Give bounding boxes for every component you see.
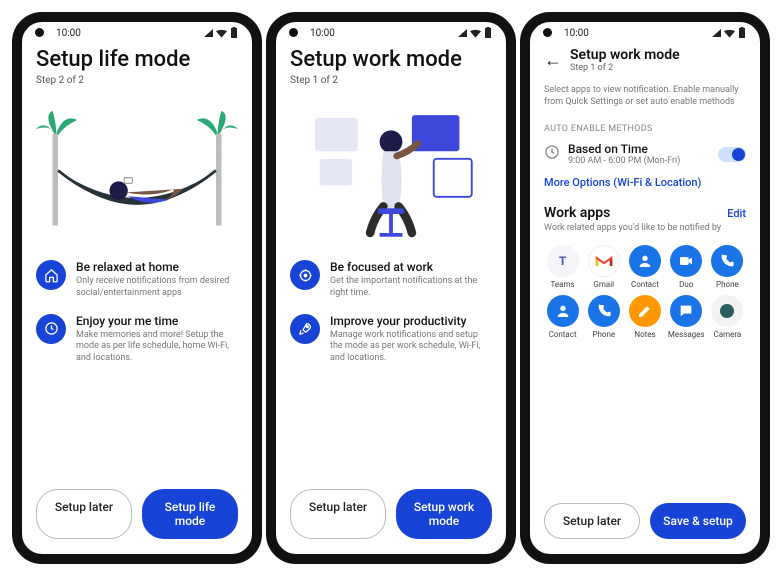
app-label: Teams	[551, 280, 575, 289]
target-icon	[290, 260, 320, 290]
step-label: Step 1 of 2	[570, 63, 680, 73]
rocket-icon	[290, 314, 320, 344]
feature-row: Be relaxed at home Only receive notifica…	[36, 260, 238, 299]
setup-later-button[interactable]: Setup later	[544, 503, 640, 539]
step-label: Step 2 of 2	[36, 75, 238, 86]
method-subtitle: 9:00 AM - 6:00 PM (Mon-Fri)	[568, 156, 710, 166]
status-time: 10:00	[56, 28, 81, 39]
phone-screen-life-mode: 10:00 Setup life mode Step 2 of 2	[12, 12, 262, 564]
app-label: Contact	[549, 330, 577, 339]
app-label: Duo	[679, 280, 693, 289]
app-label: Contact	[631, 280, 659, 289]
section-label-auto-enable: AUTO ENABLE METHODS	[544, 124, 746, 134]
app-label: Camera	[714, 330, 742, 339]
clock-icon	[36, 314, 66, 344]
feature-title: Be focused at work	[330, 260, 492, 274]
feature-desc: Only receive notifications from desired …	[76, 276, 238, 299]
phone-icon	[588, 295, 620, 327]
setup-later-button[interactable]: Setup later	[290, 489, 386, 539]
time-toggle[interactable]	[718, 147, 746, 162]
app-label: Notes	[634, 330, 655, 339]
hero-illustration-desk	[290, 100, 492, 250]
work-apps-subtitle: Work related apps you'd like to be notif…	[544, 223, 746, 233]
app-phone[interactable]: Phone	[585, 295, 622, 339]
setup-life-mode-button[interactable]: Setup life mode	[142, 489, 238, 539]
battery-icon	[738, 27, 746, 39]
status-bar: 10:00	[276, 22, 506, 41]
app-teams[interactable]: T Teams	[544, 245, 581, 289]
intro-text: Select apps to view notification. Enable…	[544, 85, 746, 108]
phone-screen-work-mode-config: 10:00 ← Setup work mode Step 1 of 2 Sele…	[520, 12, 770, 564]
setup-work-mode-button[interactable]: Setup work mode	[396, 489, 492, 539]
status-time: 10:00	[564, 28, 589, 39]
feature-title: Improve your productivity	[330, 314, 492, 328]
app-phone[interactable]: Phone	[709, 245, 746, 289]
app-gmail[interactable]: Gmail	[585, 245, 622, 289]
home-icon	[36, 260, 66, 290]
setup-later-button[interactable]: Setup later	[36, 489, 132, 539]
camera-icon	[711, 295, 743, 327]
notes-icon	[629, 295, 661, 327]
status-bar: 10:00	[530, 22, 760, 41]
feature-row: Improve your productivity Manage work no…	[290, 314, 492, 365]
messages-icon	[670, 295, 702, 327]
app-contact[interactable]: Contact	[626, 245, 663, 289]
feature-desc: Get the important notifications at the r…	[330, 276, 492, 299]
duo-icon	[670, 245, 702, 277]
wifi-icon	[470, 29, 481, 38]
back-arrow-icon[interactable]: ←	[544, 50, 562, 71]
more-options-link[interactable]: More Options (Wi-Fi & Location)	[544, 176, 746, 189]
cell-signal-icon	[712, 29, 721, 37]
teams-icon: T	[547, 245, 579, 277]
battery-icon	[230, 27, 238, 39]
work-apps-title: Work apps	[544, 205, 610, 221]
app-notes[interactable]: Notes	[626, 295, 663, 339]
feature-desc: Manage work notifications and setup the …	[330, 330, 492, 365]
camera-cutout-icon	[35, 28, 44, 37]
page-title: Setup work mode	[290, 47, 492, 73]
feature-desc: Make memories and more! Setup the mode a…	[76, 330, 238, 365]
contact-icon	[547, 295, 579, 327]
wifi-icon	[216, 29, 227, 38]
page-title: Setup life mode	[36, 47, 238, 73]
method-based-on-time[interactable]: Based on Time 9:00 AM - 6:00 PM (Mon-Fri…	[544, 142, 746, 166]
page-title: Setup work mode	[570, 47, 680, 63]
app-contact[interactable]: Contact	[544, 295, 581, 339]
camera-cutout-icon	[543, 28, 552, 37]
step-label: Step 1 of 2	[290, 75, 492, 86]
status-bar: 10:00	[22, 22, 252, 41]
feature-title: Enjoy your me time	[76, 314, 238, 328]
cell-signal-icon	[458, 29, 467, 37]
hero-illustration-hammock	[36, 100, 238, 250]
app-label: Gmail	[593, 280, 614, 289]
gmail-icon	[588, 245, 620, 277]
feature-row: Be focused at work Get the important not…	[290, 260, 492, 299]
status-time: 10:00	[310, 28, 335, 39]
app-camera[interactable]: Camera	[709, 295, 746, 339]
save-and-setup-button[interactable]: Save & setup	[650, 503, 746, 539]
app-label: Phone	[716, 280, 739, 289]
app-label: Phone	[592, 330, 615, 339]
app-messages[interactable]: Messages	[668, 295, 705, 339]
app-duo[interactable]: Duo	[668, 245, 705, 289]
feature-title: Be relaxed at home	[76, 260, 238, 274]
wifi-icon	[724, 29, 735, 38]
phone-screen-work-mode-intro: 10:00 Setup work mode Step 1 of 2	[266, 12, 516, 564]
camera-cutout-icon	[289, 28, 298, 37]
feature-row: Enjoy your me time Make memories and mor…	[36, 314, 238, 365]
app-label: Messages	[668, 330, 705, 339]
battery-icon	[484, 27, 492, 39]
method-title: Based on Time	[568, 142, 710, 156]
edit-work-apps-link[interactable]: Edit	[727, 207, 746, 220]
clock-icon	[544, 144, 560, 164]
cell-signal-icon	[204, 29, 213, 37]
contact-icon	[629, 245, 661, 277]
phone-icon	[711, 245, 743, 277]
